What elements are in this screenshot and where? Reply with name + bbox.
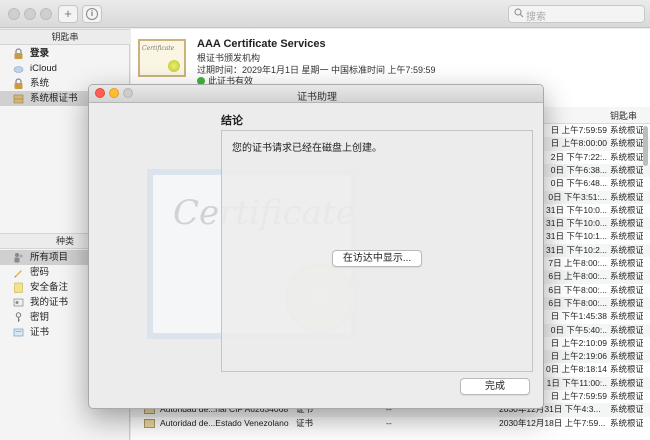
keychains-header: 钥匙串 <box>0 29 130 45</box>
certificate-icon <box>144 418 155 428</box>
done-button[interactable]: 完成 <box>460 378 530 395</box>
cell-date: 0日 下午6:38... <box>550 164 607 175</box>
sidebar-item-label: 证书 <box>30 327 50 338</box>
cell-keychain: 系统根证 <box>610 377 643 388</box>
column-header-keychain[interactable]: 钥匙串 <box>610 109 637 122</box>
sidebar-item-label: 安全备注 <box>30 282 69 293</box>
sidebar-item-label: 密钥 <box>30 312 50 323</box>
window-toolbar: + i 搜索 <box>0 0 650 28</box>
cabinet-icon <box>13 94 24 104</box>
cell-keychain: 系统根证 <box>610 164 643 175</box>
cell-kind: 证书 <box>296 417 314 428</box>
cell-date: 6日 下午8:00:... <box>548 284 607 295</box>
show-in-finder-button[interactable]: 在访达中显示... <box>332 250 422 267</box>
sidebar-item-label: 所有项目 <box>30 252 69 263</box>
add-item-button[interactable]: + <box>58 5 78 23</box>
cloud-icon <box>13 66 24 73</box>
cell-keychain: 系统根证 <box>610 218 643 229</box>
people-icon <box>14 253 23 263</box>
cell-date: 日 上午7:59:59 <box>550 125 607 135</box>
dialog-title: 证书助理 <box>297 92 337 103</box>
cell-date: 日 上午8:00:00 <box>550 138 607 149</box>
cell-keychain: 系统根证 <box>610 271 643 282</box>
cell-date: 31日 下午10:1... <box>546 231 607 242</box>
note-icon <box>14 282 23 293</box>
certificate-thumbnail-text: Certificate <box>142 45 175 52</box>
zoom-window-button[interactable] <box>40 8 52 20</box>
my-cert-icon <box>13 298 24 307</box>
certificate-assistant-dialog: 证书助理 Certificate 结论 您的证书请求已经在磁盘上创建。 在访达中… <box>88 84 544 409</box>
cell-date: 日 下午1:45:38 <box>550 311 607 322</box>
sidebar-item-label: 我的证书 <box>30 297 69 308</box>
cell-keychain: 系统根证 <box>610 404 643 415</box>
cell-date: 2030年12月18日 上午7:59... <box>499 417 605 428</box>
cell-keychain: 系统根证 <box>610 191 643 202</box>
cell-keychain: 系统根证 <box>610 125 643 135</box>
cell-date: 日 上午2:10:09 <box>550 337 607 348</box>
cell-name: Autoridad de...Estado Venezolano <box>160 417 289 428</box>
sidebar-item-icloud[interactable]: iCloud <box>0 61 130 76</box>
minimize-window-button[interactable] <box>24 8 36 20</box>
cell-date: 日 上午7:59:59 <box>550 391 607 401</box>
cell-keychain: 系统根证 <box>610 391 643 401</box>
cell-keychain: 系统根证 <box>610 244 643 255</box>
cell-date: 31日 下午10:0... <box>546 204 607 215</box>
sidebar-item-label: 登录 <box>30 48 50 59</box>
conclusion-panel: 您的证书请求已经在磁盘上创建。 在访达中显示... <box>221 130 533 372</box>
cell-keychain: 系统根证 <box>610 231 643 242</box>
cell-keychain: 系统根证 <box>610 297 643 308</box>
cell-extra: -- <box>386 417 392 428</box>
cell-keychain: 系统根证 <box>610 204 643 215</box>
sidebar-item-login[interactable]: 登录 <box>0 46 130 61</box>
lock-icon <box>14 48 23 59</box>
seal-icon <box>168 60 180 72</box>
cell-date: 0日 下午3:51:... <box>548 191 607 202</box>
info-button[interactable]: i <box>82 5 102 23</box>
cell-keychain: 系统根证 <box>610 351 643 362</box>
search-placeholder: 搜索 <box>526 12 546 23</box>
search-icon <box>514 8 524 18</box>
cell-date: 0日 上午8:18:14 <box>546 364 607 375</box>
cell-keychain: 系统根证 <box>610 178 643 189</box>
cell-date: 0日 下午6:48... <box>550 178 607 189</box>
search-input[interactable]: 搜索 <box>508 5 645 23</box>
cell-date: 6日 下午8:00:... <box>548 297 607 308</box>
sidebar-item-label: 密码 <box>30 267 50 278</box>
conclusion-message: 您的证书请求已经在磁盘上创建。 <box>232 143 382 154</box>
cell-keychain: 系统根证 <box>610 284 643 295</box>
key-icon <box>15 312 22 322</box>
cell-keychain: 系统根证 <box>610 151 643 162</box>
sidebar-item-label: 系统根证书 <box>30 93 78 104</box>
dialog-heading: 结论 <box>221 115 243 127</box>
cell-date: 7日 上午8:00:... <box>548 258 607 268</box>
cell-date: 6日 上午8:00:... <box>548 271 607 282</box>
cell-date: 日 上午2:19:06 <box>550 351 607 362</box>
cell-date: 0日 下午5:40:.. <box>550 324 607 335</box>
close-window-button[interactable] <box>8 8 20 20</box>
cell-keychain: 系统根证 <box>610 324 643 335</box>
certificate-thumbnail: Certificate <box>138 39 186 77</box>
cell-keychain: 系统根证 <box>610 364 643 375</box>
lock-icon <box>14 78 23 89</box>
cell-date: 31日 下午10:0... <box>546 218 607 229</box>
cell-date: 1日 下午11:00:.. <box>546 377 607 388</box>
cell-date: 2日 下午7:22:.. <box>550 151 607 162</box>
sidebar-item-label: 系统 <box>30 78 50 89</box>
cell-keychain: 系统根证 <box>610 258 643 268</box>
table-row[interactable]: Autoridad de...Estado Venezolano 证书 -- 2030… <box>131 417 650 430</box>
certificate-title: AAA Certificate Services <box>197 38 326 50</box>
table-scrollbar[interactable] <box>643 126 648 166</box>
cell-keychain: 系统根证 <box>610 337 643 348</box>
cell-date: 31日 下午10:2... <box>546 244 607 255</box>
cell-keychain: 系统根证 <box>610 417 643 428</box>
sidebar-item-label: iCloud <box>30 63 57 74</box>
info-icon: i <box>86 8 98 20</box>
dialog-titlebar: 证书助理 <box>89 85 543 103</box>
certificate-icon <box>13 328 24 337</box>
cell-keychain: 系统根证 <box>610 311 643 322</box>
cell-keychain: 系统根证 <box>610 138 643 149</box>
pencil-icon <box>14 270 22 278</box>
